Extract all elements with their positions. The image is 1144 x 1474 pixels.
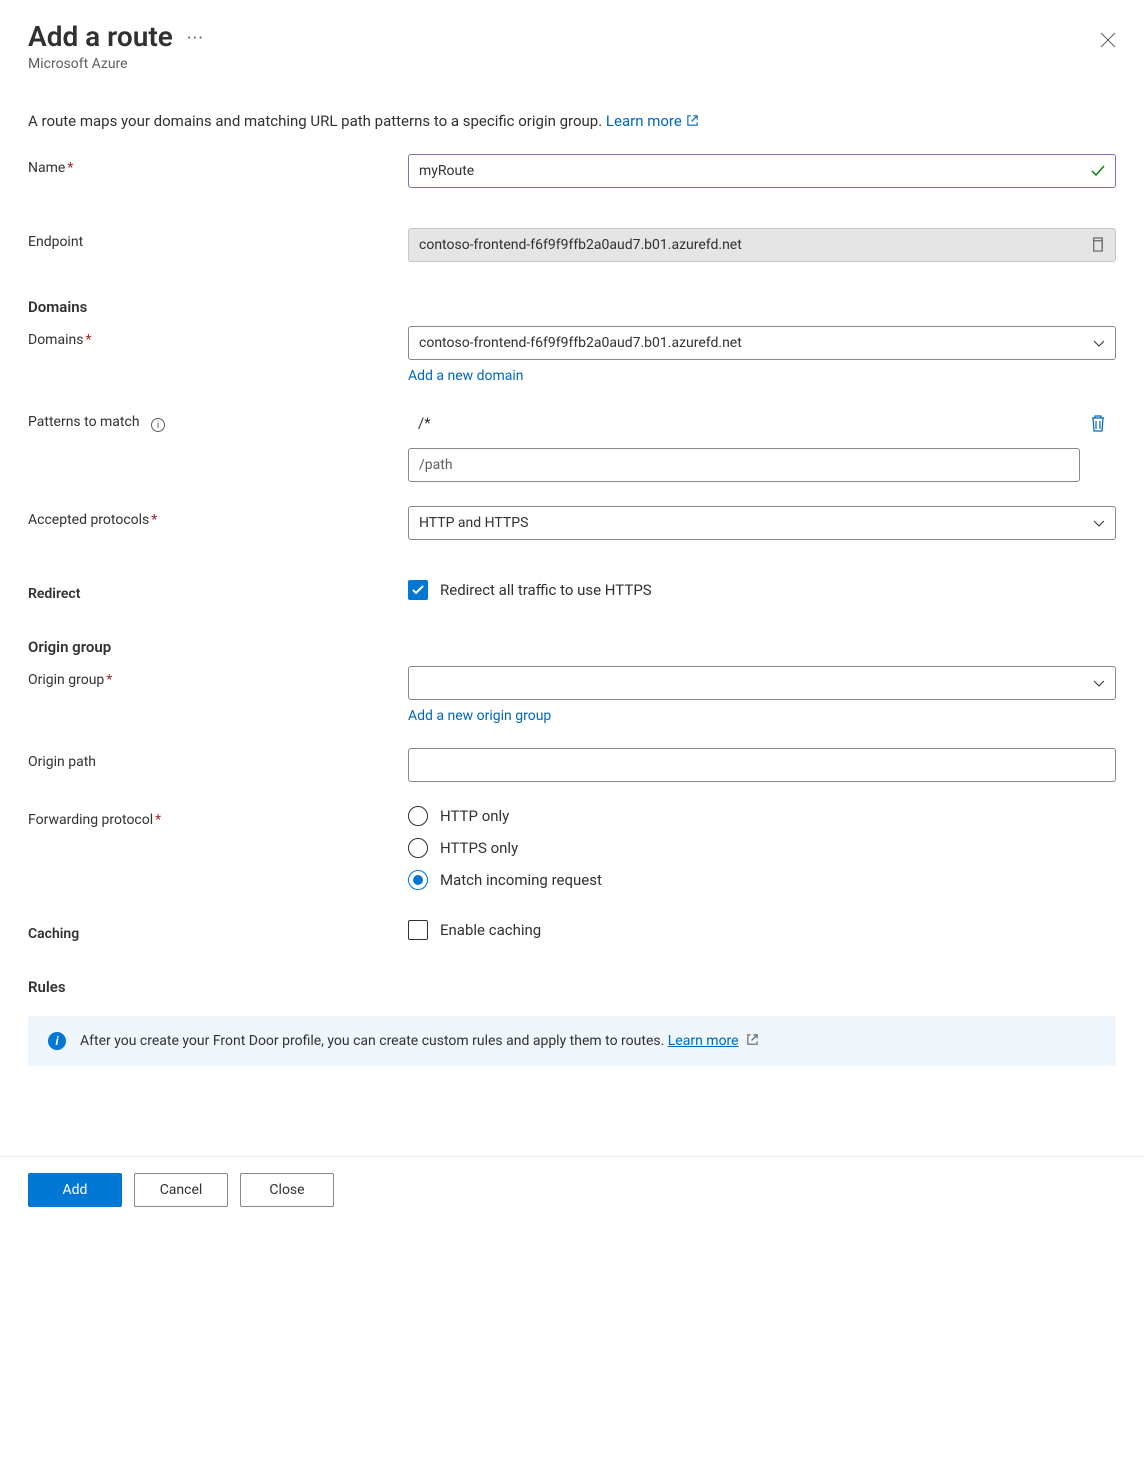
domains-select[interactable]: contoso-frontend-f6f9f9ffb2a0aud7.b01.az… <box>408 326 1116 360</box>
page-subtitle: Microsoft Azure <box>28 56 204 72</box>
radio-icon <box>408 838 428 858</box>
forwarding-radio-http[interactable]: HTTP only <box>408 806 1116 826</box>
name-input[interactable] <box>408 154 1116 188</box>
origin-group-label: Origin group* <box>28 666 408 688</box>
chevron-down-icon <box>1093 677 1105 689</box>
protocols-select[interactable]: HTTP and HTTPS <box>408 506 1116 540</box>
rules-info-banner: i After you create your Front Door profi… <box>28 1016 1116 1066</box>
add-origin-group-link[interactable]: Add a new origin group <box>408 708 551 724</box>
external-link-icon <box>686 114 699 127</box>
close-button[interactable]: Close <box>240 1173 334 1207</box>
caching-checkbox[interactable] <box>408 920 428 940</box>
description-text: A route maps your domains and matching U… <box>28 112 1116 130</box>
chevron-down-icon <box>1093 517 1105 529</box>
external-link-icon <box>746 1033 759 1046</box>
description-body: A route maps your domains and matching U… <box>28 112 602 130</box>
close-icon[interactable] <box>1100 32 1116 48</box>
cancel-button[interactable]: Cancel <box>134 1173 228 1207</box>
origin-group-select[interactable] <box>408 666 1116 700</box>
info-banner-icon: i <box>48 1032 66 1050</box>
forwarding-radio-match[interactable]: Match incoming request <box>408 870 1116 890</box>
radio-icon <box>408 870 428 890</box>
redirect-label: Redirect <box>28 580 408 602</box>
page-title: Add a route <box>28 20 173 54</box>
delete-icon[interactable] <box>1090 414 1106 432</box>
name-label: Name* <box>28 154 408 176</box>
rules-info-text: After you create your Front Door profile… <box>80 1033 759 1049</box>
domains-section-header: Domains <box>28 298 1116 316</box>
pattern-item: /* <box>408 408 1116 438</box>
info-icon[interactable]: i <box>151 418 165 432</box>
caching-checkbox-label: Enable caching <box>440 921 541 939</box>
redirect-checkbox[interactable] <box>408 580 428 600</box>
rules-section-header: Rules <box>28 978 1116 996</box>
chevron-down-icon <box>1093 337 1105 349</box>
forwarding-label: Forwarding protocol* <box>28 806 408 828</box>
forwarding-radio-group: HTTP only HTTPS only Match incoming requ… <box>408 806 1116 890</box>
pattern-input[interactable] <box>408 448 1080 482</box>
panel-header: Add a route ··· Microsoft Azure <box>28 10 1116 72</box>
check-icon <box>1090 163 1106 179</box>
add-button[interactable]: Add <box>28 1173 122 1207</box>
patterns-label: Patterns to match i <box>28 408 408 433</box>
copy-icon[interactable] <box>1090 237 1105 252</box>
endpoint-value: contoso-frontend-f6f9f9ffb2a0aud7.b01.az… <box>408 228 1116 262</box>
domains-label: Domains* <box>28 326 408 348</box>
origin-path-input[interactable] <box>408 748 1116 782</box>
origin-section-header: Origin group <box>28 638 1116 656</box>
origin-path-label: Origin path <box>28 748 408 770</box>
learn-more-link[interactable]: Learn more <box>606 112 699 130</box>
pattern-value: /* <box>408 408 1080 438</box>
more-icon[interactable]: ··· <box>187 30 204 48</box>
caching-label: Caching <box>28 920 408 942</box>
redirect-checkbox-label: Redirect all traffic to use HTTPS <box>440 581 652 599</box>
footer: Add Cancel Close <box>0 1156 1144 1231</box>
add-domain-link[interactable]: Add a new domain <box>408 368 524 384</box>
forwarding-radio-https[interactable]: HTTPS only <box>408 838 1116 858</box>
radio-icon <box>408 806 428 826</box>
protocols-label: Accepted protocols* <box>28 506 408 528</box>
endpoint-label: Endpoint <box>28 228 408 250</box>
rules-learn-more-link[interactable]: Learn more <box>668 1033 739 1049</box>
